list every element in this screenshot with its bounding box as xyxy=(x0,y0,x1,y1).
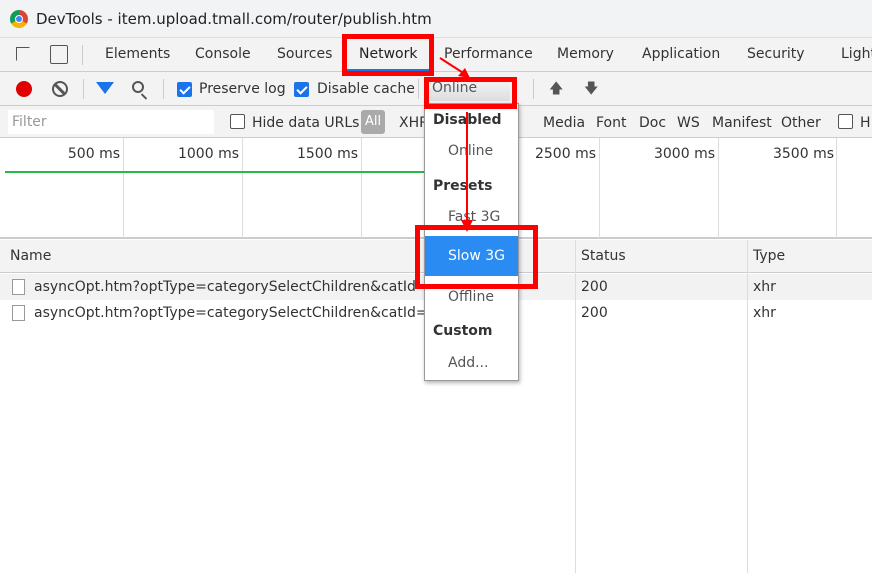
annotation-arrows xyxy=(439,57,473,232)
